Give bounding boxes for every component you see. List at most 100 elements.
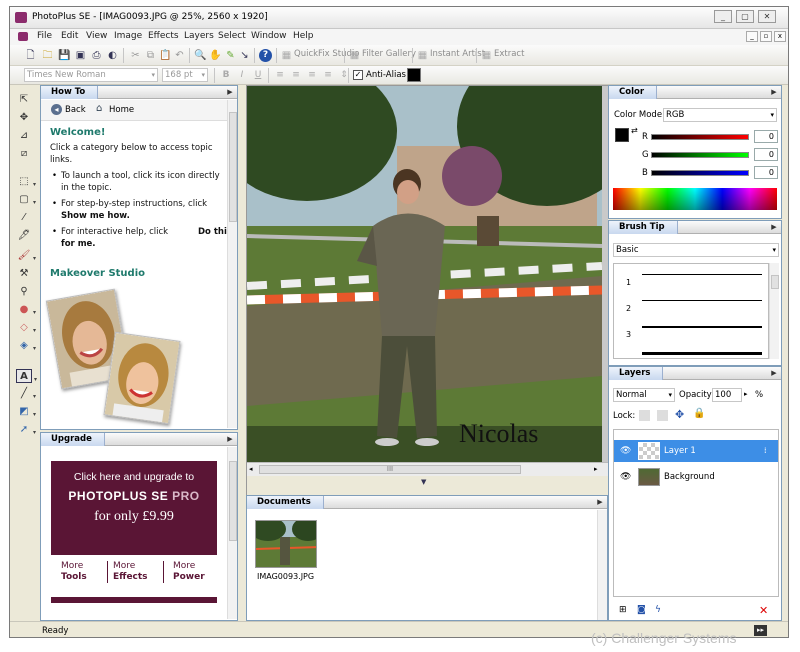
scroll-left-icon[interactable]: ◂ (249, 465, 253, 473)
makeover-heading[interactable]: Makeover Studio (50, 268, 145, 279)
clone-tool-icon[interactable]: ⚒ (16, 267, 32, 281)
g-value[interactable]: 0 (754, 148, 778, 161)
menu-image[interactable]: Image (114, 31, 142, 41)
menu-layers[interactable]: Layers (184, 31, 214, 41)
visibility-eye-icon[interactable]: 👁 (620, 440, 631, 462)
menu-select[interactable]: Select (218, 31, 246, 41)
upgrade-scrollbar[interactable] (227, 447, 237, 619)
shape-tool-icon[interactable]: ◩ ▾ (16, 405, 36, 419)
text-tool-icon[interactable]: A ▾ (16, 369, 37, 383)
fill-tool-icon[interactable]: ◈ ▾ (16, 339, 36, 353)
more-power-link[interactable]: More Power (173, 561, 205, 583)
opacity-arrow-icon[interactable]: ▸ (744, 390, 748, 398)
save-icon[interactable]: 💾 (58, 49, 71, 62)
hand-icon[interactable]: ✋ (209, 49, 222, 62)
align-justify-button[interactable]: ≡ (322, 69, 334, 81)
layer-name[interactable]: Layer 1 (664, 440, 696, 462)
filter-gallery-button[interactable]: Filter Gallery (362, 49, 416, 59)
layer-effects-icon[interactable]: ϟ (655, 605, 661, 615)
home-icon[interactable]: ⌂ (96, 103, 102, 114)
menu-edit[interactable]: Edit (61, 31, 78, 41)
scan-icon[interactable]: ◐ (106, 49, 119, 62)
shape-selection-tool-icon[interactable]: ▢ ▾ (16, 193, 36, 207)
layer-mask-icon[interactable]: ◙ (637, 605, 646, 615)
b-value[interactable]: 0 (754, 166, 778, 179)
foreground-color-swatch[interactable] (615, 128, 629, 142)
underline-button[interactable]: U (252, 69, 264, 81)
upgrade-menu-icon[interactable]: ▶ (225, 434, 235, 444)
document-thumbnail[interactable] (255, 520, 317, 568)
layer-name[interactable]: Background (664, 466, 715, 488)
g-slider[interactable] (651, 152, 749, 158)
close-button[interactable]: ✕ (758, 10, 776, 23)
makeover-photo-after[interactable] (103, 331, 181, 425)
stamp-tool-icon[interactable]: ⚲ (16, 285, 32, 299)
menu-help[interactable]: Help (293, 31, 314, 41)
collapse-documents-icon[interactable]: ▼ (421, 478, 426, 486)
documents-scrollbar[interactable] (597, 510, 607, 620)
menu-view[interactable]: View (86, 31, 107, 41)
layer-row-2[interactable]: 👁 Background (614, 466, 778, 488)
documents-menu-icon[interactable]: ▶ (595, 497, 605, 507)
upgrade-banner[interactable]: Click here and upgrade to PHOTOPLUS SE P… (51, 461, 217, 555)
doc-restore-button[interactable]: ▫ (760, 31, 772, 42)
eraser-tool-icon[interactable]: ◇ ▾ (16, 321, 36, 335)
lock-transparency-icon[interactable] (639, 410, 650, 421)
lock-pixels-icon[interactable] (657, 410, 668, 421)
undo-icon[interactable]: ↶ (173, 49, 186, 62)
layers-menu-icon[interactable]: ▶ (769, 368, 779, 378)
bold-button[interactable]: B (220, 69, 232, 81)
canvas-image[interactable]: Nicolas (247, 86, 602, 462)
doc-minimize-button[interactable]: _ (746, 31, 758, 42)
show-me-how-link[interactable]: Show me how. (61, 210, 130, 222)
resize-grip-icon[interactable]: ▸▸ (754, 625, 767, 636)
selection-tool-icon[interactable]: ⬚ ▾ (16, 175, 36, 189)
zoom-icon[interactable]: 🔍 (194, 49, 207, 62)
brush-menu-icon[interactable]: ▶ (769, 222, 779, 232)
swap-colors-icon[interactable]: ⇄ (631, 126, 638, 135)
new-layer-icon[interactable]: ⊞ (619, 605, 627, 615)
new-file-icon[interactable]: 🗋 (24, 49, 37, 62)
antialias-checkbox[interactable]: ✓ (353, 70, 363, 80)
color-mode-select[interactable]: RGB ▾ (663, 108, 777, 122)
magic-wand-tool-icon[interactable]: ⁄ (16, 211, 32, 225)
delete-layer-icon[interactable]: ✕ (759, 604, 768, 617)
help-icon[interactable]: ? (259, 49, 272, 62)
crop-tool-icon[interactable]: ⧄ (16, 147, 32, 161)
howto-menu-icon[interactable]: ▶ (225, 87, 235, 97)
perspective-tool-icon[interactable]: ⊿ (16, 129, 32, 143)
align-left-button[interactable]: ≡ (274, 69, 286, 81)
color-spectrum[interactable] (613, 188, 777, 210)
color-pickup-tool-icon[interactable]: 🖋 (16, 229, 32, 243)
paintbrush-tool-icon[interactable]: 🖌 ▾ (16, 249, 36, 263)
pointer-tool-icon[interactable]: ⇱ (16, 93, 32, 107)
minimize-button[interactable]: _ (714, 10, 732, 23)
save-as-icon[interactable]: ▣ (74, 49, 87, 62)
scroll-right-icon[interactable]: ▸ (594, 465, 598, 473)
align-right-button[interactable]: ≡ (306, 69, 318, 81)
visibility-eye-icon[interactable]: 👁 (620, 466, 631, 488)
for-me-link[interactable]: for me. (61, 238, 96, 250)
doc-close-button[interactable]: x (774, 31, 786, 42)
canvas-text-layer[interactable]: Nicolas (459, 419, 538, 449)
layer-options-icon[interactable]: ⁞ (764, 440, 767, 462)
canvas-hscrollbar[interactable]: ◂ III ▸ (247, 462, 608, 476)
open-folder-icon[interactable]: 🗀 (41, 49, 54, 62)
back-icon[interactable]: ◂ (51, 104, 62, 115)
menu-window[interactable]: Window (251, 31, 287, 41)
menu-effects[interactable]: Effects (148, 31, 179, 41)
maximize-button[interactable]: ▢ (736, 10, 754, 23)
color-menu-icon[interactable]: ▶ (769, 87, 779, 97)
brush-stroke[interactable] (642, 352, 762, 355)
lock-all-icon[interactable]: 🔒 (693, 408, 705, 419)
align-center-button[interactable]: ≡ (290, 69, 302, 81)
copy-icon[interactable]: ⧉ (144, 49, 157, 62)
arrow-icon[interactable]: ↘ (238, 49, 251, 62)
b-slider[interactable] (651, 170, 749, 176)
menu-file[interactable]: File (37, 31, 52, 41)
brush-stroke[interactable] (642, 300, 762, 301)
dodge-tool-icon[interactable]: ● ▾ (16, 303, 36, 317)
extract-button[interactable]: Extract (494, 49, 524, 59)
brush-category-select[interactable]: Basic ▾ (613, 243, 779, 257)
more-tools-link[interactable]: More Tools (61, 561, 87, 583)
